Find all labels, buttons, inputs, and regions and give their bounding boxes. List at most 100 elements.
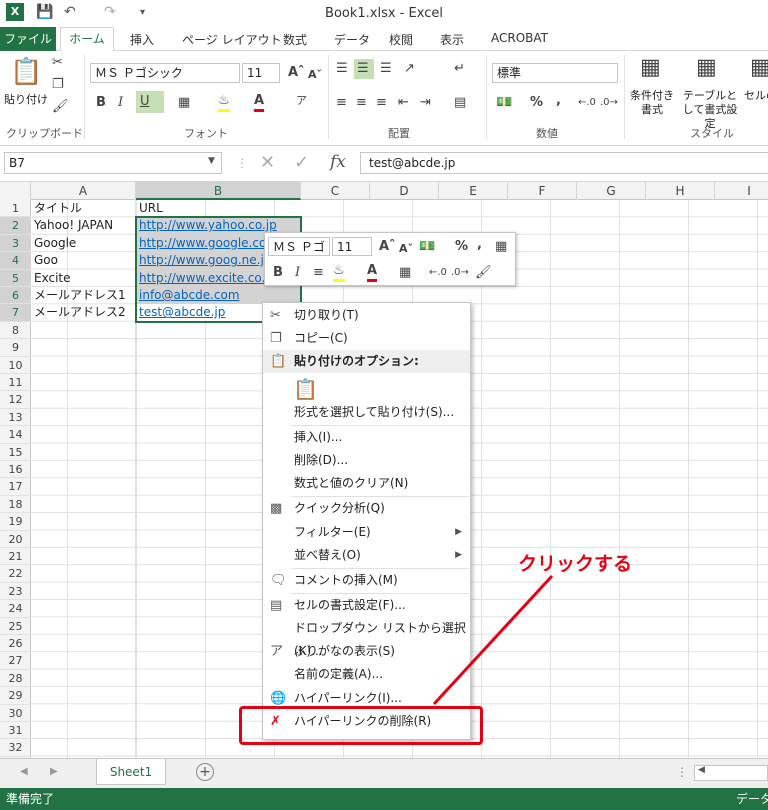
copy-icon[interactable]: ❐ (52, 77, 64, 93)
row-header-item[interactable]: 16 (0, 461, 31, 479)
border-icon[interactable]: ▦ (178, 95, 190, 111)
row-header-item[interactable]: 9 (0, 339, 31, 357)
mini-font-size-select[interactable]: 11 (332, 237, 372, 256)
row-header-item[interactable]: 28 (0, 670, 31, 688)
mini-format-painter-icon[interactable]: 🖌 (475, 265, 492, 281)
cell-a3[interactable]: Google (31, 235, 76, 252)
cell-style-icon[interactable]: ▦ (750, 55, 768, 81)
row-header-item[interactable]: 11 (0, 374, 31, 392)
cell-b4-link[interactable]: http://www.goog.ne.jp (136, 252, 271, 269)
mini-percent-button[interactable]: % (455, 239, 468, 255)
conditional-format-button[interactable]: 条件付き書式 (628, 89, 676, 117)
row-header-item[interactable]: 29 (0, 687, 31, 705)
row-header-item[interactable]: 18 (0, 496, 31, 514)
select-all-corner[interactable] (0, 182, 31, 200)
scroll-prev-sheet-icon[interactable]: ◀ (20, 766, 28, 777)
menu-item-sort[interactable]: 並べ替え(O) ▶ (263, 544, 470, 567)
fill-color-icon[interactable]: ♨ (218, 93, 230, 112)
mini-italic-button[interactable]: I (295, 265, 300, 281)
orientation-icon[interactable]: ↗ (404, 61, 415, 77)
cell-a5[interactable]: Excite (31, 270, 71, 287)
mini-border-icon[interactable]: ▦ (399, 265, 411, 281)
row-header-item[interactable]: 12 (0, 391, 31, 409)
align-left-icon[interactable]: ≡ (336, 95, 347, 111)
row-header-item[interactable]: 27 (0, 652, 31, 670)
row-header-item[interactable]: 4 (0, 252, 31, 270)
column-header-b[interactable]: B (136, 182, 301, 200)
menu-item-quick-analysis[interactable]: ▩ クイック分析(Q) (263, 497, 470, 520)
align-top-icon[interactable]: ☰ (336, 61, 348, 77)
decrease-decimal-icon[interactable]: .0→ (600, 95, 618, 111)
cell-a2[interactable]: Yahoo! JAPAN (31, 217, 113, 234)
cell-a7[interactable]: メールアドレス2 (31, 304, 126, 321)
row-header-item[interactable]: 32 (0, 739, 31, 757)
row-header-item[interactable]: 17 (0, 478, 31, 496)
row-header-item[interactable]: 24 (0, 600, 31, 618)
menu-item-cut[interactable]: ✂ 切り取り(T) (263, 304, 470, 327)
menu-item-copy[interactable]: ❐ コピー(C) (263, 327, 470, 350)
format-painter-icon[interactable]: 🖌 (52, 99, 69, 115)
align-right-icon[interactable]: ≡ (376, 95, 387, 111)
row-header-item[interactable]: 1 (0, 200, 31, 218)
cancel-icon[interactable]: ✕ (260, 152, 275, 173)
menu-item-delete[interactable]: 削除(D)... (263, 449, 470, 472)
font-name-select[interactable]: ＭＳ Ｐゴシック (90, 63, 240, 83)
menu-item-clear-contents[interactable]: 数式と値のクリア(N) (263, 472, 470, 495)
mini-font-name-select[interactable]: ＭＳ Ｐゴ (268, 237, 330, 256)
cell-a1[interactable]: タイトル (31, 200, 82, 217)
cut-icon[interactable]: ✂ (52, 55, 63, 71)
row-header-item[interactable]: 3 (0, 234, 31, 253)
tab-acrobat[interactable]: ACROBAT (491, 31, 548, 45)
row-header-item[interactable]: 2 (0, 217, 31, 235)
column-header-h[interactable]: H (646, 182, 715, 200)
tab-insert[interactable]: 挿入 (130, 31, 154, 48)
wrap-text-icon[interactable]: ↵ (454, 61, 465, 77)
scroll-left-icon[interactable]: ◀ (698, 765, 705, 775)
name-box[interactable]: B7 (4, 152, 222, 174)
menu-item-filter[interactable]: フィルター(E) ▶ (263, 521, 470, 544)
cell-b1[interactable]: URL (136, 200, 163, 217)
row-header-item[interactable]: 14 (0, 426, 31, 444)
row-header-item[interactable]: 8 (0, 322, 31, 340)
sheet-tab-sheet1[interactable]: Sheet1 (96, 759, 166, 785)
row-header-item[interactable]: 20 (0, 531, 31, 548)
column-header-a[interactable]: A (31, 182, 136, 200)
font-color-icon[interactable]: A (254, 93, 265, 112)
font-size-select[interactable]: 11 (242, 63, 280, 83)
row-header-item[interactable]: 30 (0, 705, 31, 722)
mini-border-grid-icon[interactable]: ▦ (495, 239, 507, 255)
phonetic-icon[interactable]: ア (296, 93, 307, 109)
scroll-next-sheet-icon[interactable]: ▶ (50, 766, 58, 777)
cell-a6[interactable]: メールアドレス1 (31, 287, 126, 304)
mini-decrease-decimal-icon[interactable]: .0→ (451, 265, 469, 281)
row-header-item[interactable]: 26 (0, 635, 31, 653)
tab-review[interactable]: 校閲 (389, 31, 413, 48)
row-header-item[interactable]: 5 (0, 269, 31, 287)
currency-format-icon[interactable]: 💵 (496, 95, 512, 111)
underline-button[interactable]: U (136, 91, 164, 113)
tab-data[interactable]: データ (334, 31, 370, 48)
horizontal-scrollbar[interactable] (694, 765, 768, 781)
mini-currency-format-icon[interactable]: 💵 (419, 239, 435, 255)
row-header-item[interactable]: 22 (0, 565, 31, 583)
bold-button[interactable]: B (96, 95, 106, 111)
row-header-item[interactable]: 13 (0, 409, 31, 427)
paste-icon[interactable]: 📋 (10, 57, 42, 87)
tab-view[interactable]: 表示 (440, 31, 464, 48)
column-header-i[interactable]: I (715, 182, 768, 200)
row-header-item[interactable]: 6 (0, 287, 31, 305)
mini-comma-button[interactable]: , (477, 237, 482, 253)
conditional-format-icon[interactable]: ▦ (640, 55, 661, 81)
tab-formulas[interactable]: 数式 (283, 31, 307, 48)
table-format-icon[interactable]: ▦ (696, 55, 717, 81)
row-header-item[interactable]: 7 (0, 304, 31, 322)
align-bottom-icon[interactable]: ☰ (380, 61, 392, 77)
row-header-item[interactable]: 15 (0, 444, 31, 461)
comma-button[interactable]: , (556, 93, 561, 109)
enter-icon[interactable]: ✓ (294, 152, 309, 173)
cell-b6-link[interactable]: info@abcde.com (136, 287, 240, 304)
mini-fill-color-icon[interactable]: ♨ (333, 263, 345, 282)
shrink-font-icon[interactable]: Aˇ (308, 67, 322, 83)
tab-file[interactable]: ファイル (0, 27, 56, 51)
row-header-item[interactable]: 23 (0, 583, 31, 601)
